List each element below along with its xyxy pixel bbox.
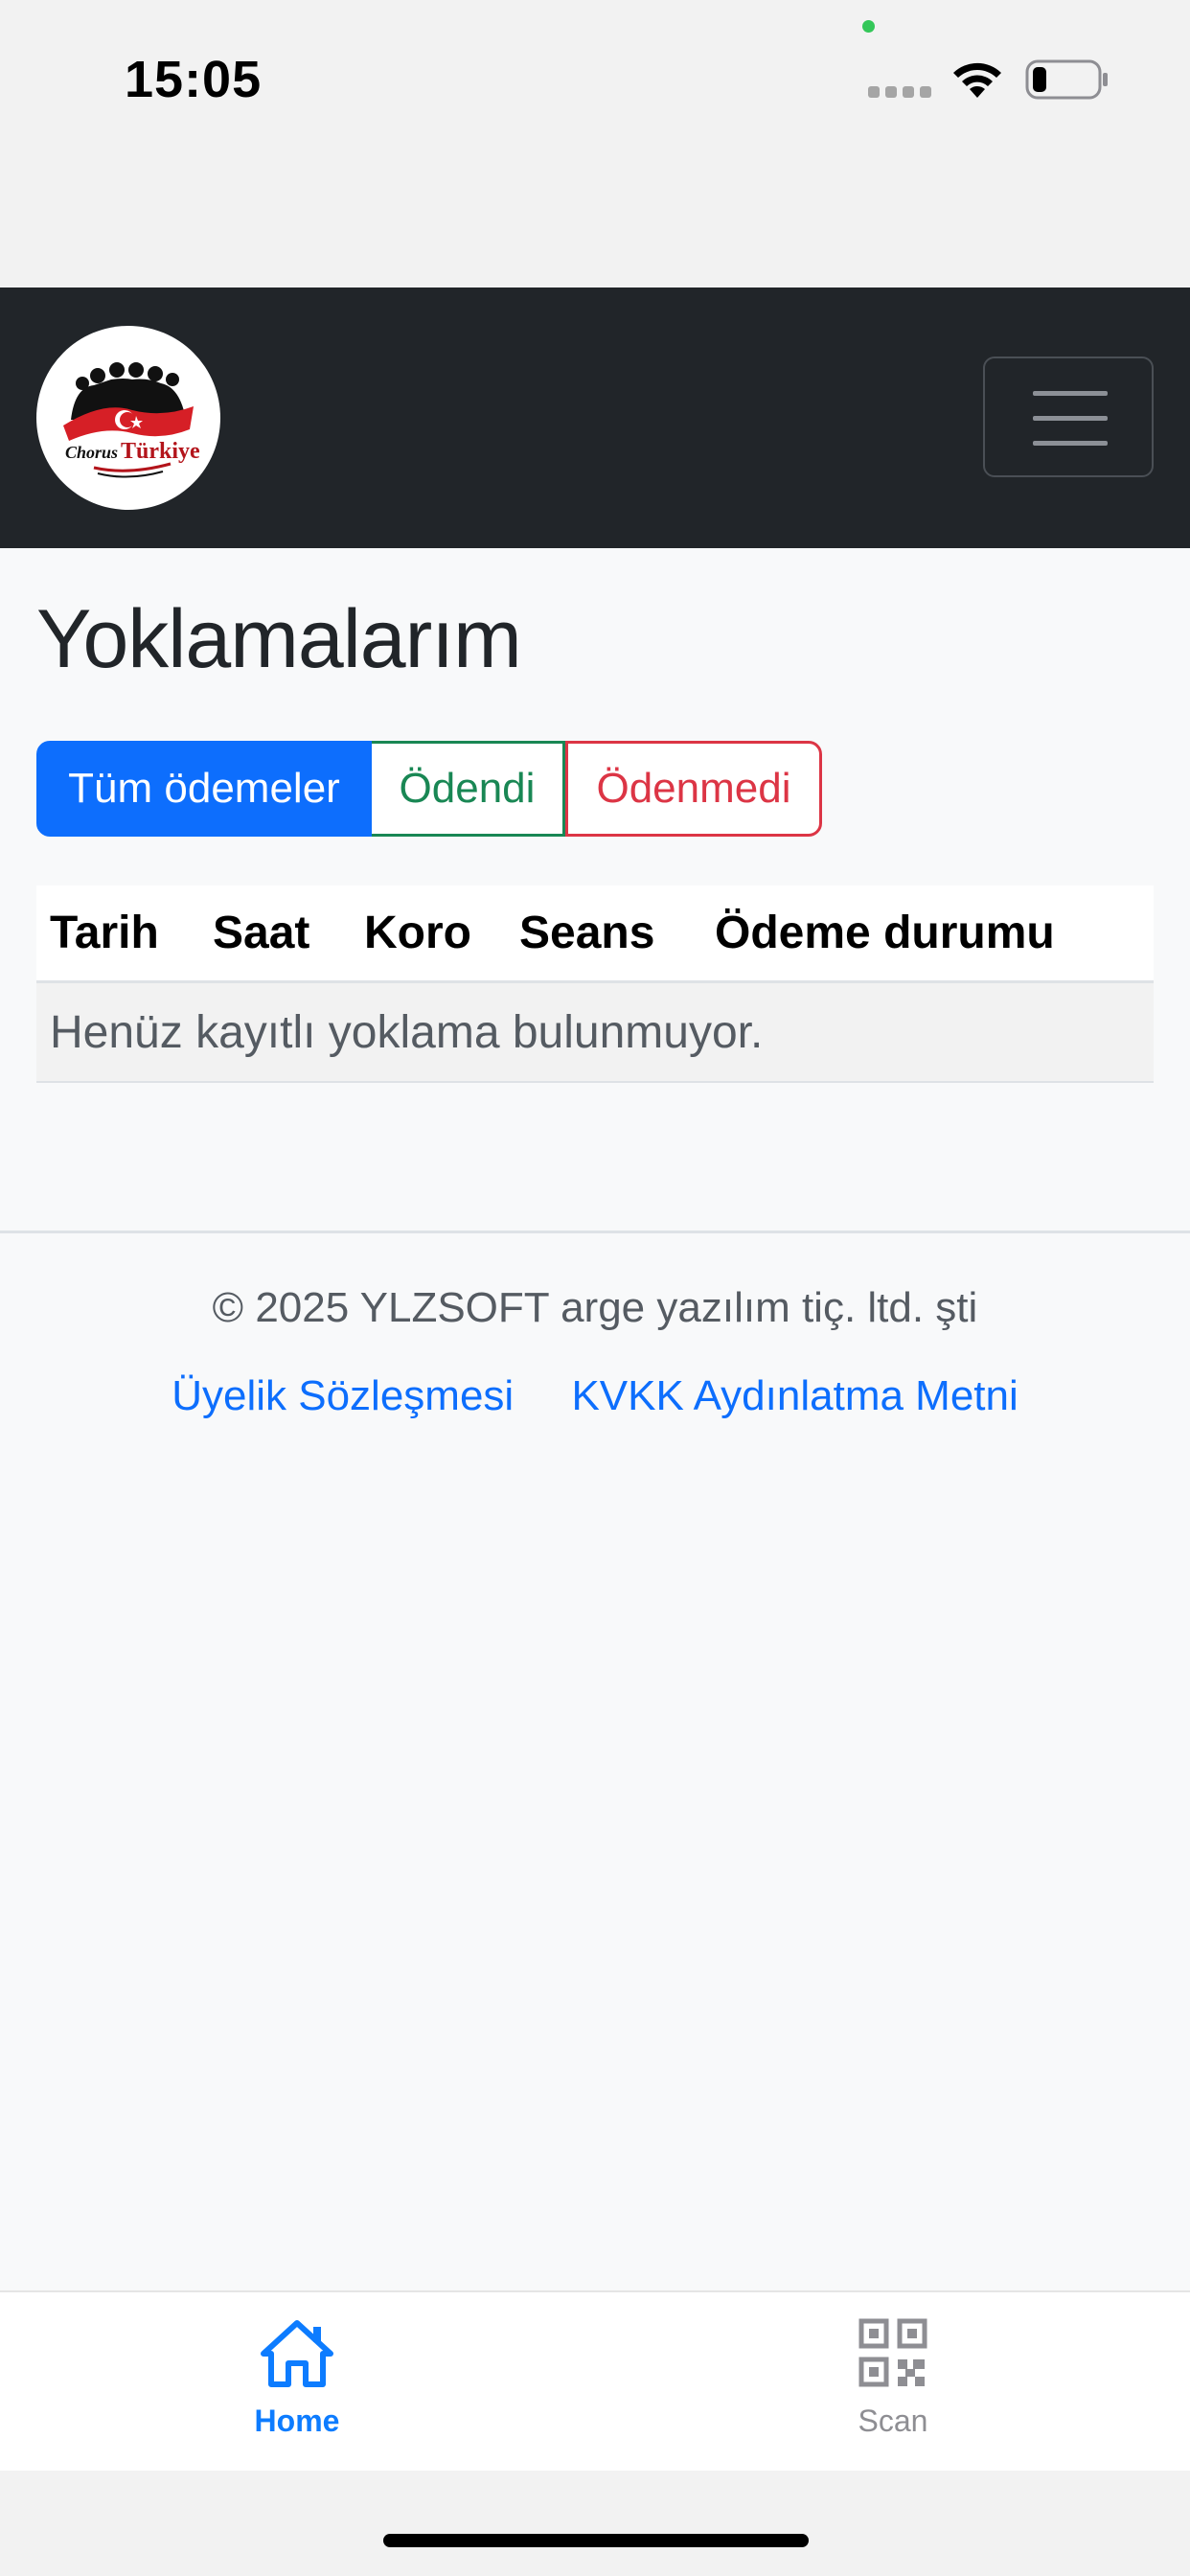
status-bar: 15:05 [0,0,1190,288]
logo-graphic: Chorus Türkiye [63,362,200,478]
empty-table-message: Henüz kayıtlı yoklama bulunmuyor. [50,1007,764,1058]
qr-code-icon [858,2318,927,2387]
hamburger-line-icon [1033,416,1108,421]
hamburger-menu-button[interactable] [983,356,1154,477]
wifi-icon [953,62,1001,98]
filter-all-payments-button[interactable]: Tüm ödemeler [36,741,372,837]
column-header-date: Tarih [50,908,159,958]
attendance-table: Tarih Saat Koro Seans Ödeme durumu Henüz… [36,886,1154,1083]
home-icon [261,2320,333,2387]
app-screen: 15:05 Chorus Türkiye Yoklamalarım Tüm öd… [0,0,1190,2576]
privacy-indicator-icon [862,20,875,33]
logo-text-chorus: Chorus [65,443,118,462]
column-header-time: Saat [213,908,310,958]
kvkk-disclosure-link[interactable]: KVKK Aydınlatma Metni [571,1372,1018,1419]
footer-links: Üyelik Sözleşmesi KVKK Aydınlatma Metni [0,1372,1190,1420]
footer-copyright: © 2025 YLZSOFT arge yazılım tiç. ltd. şt… [212,1284,978,1331]
membership-agreement-link[interactable]: Üyelik Sözleşmesi [172,1372,514,1419]
filter-paid-button[interactable]: Ödendi [372,741,565,837]
logo-text-turkiye: Türkiye [121,439,200,464]
hamburger-line-icon [1033,391,1108,396]
battery-icon [1025,59,1108,100]
table-row: Henüz kayıtlı yoklama bulunmuyor. [36,983,1154,1083]
page-title: Yoklamalarım [36,593,522,685]
status-time: 15:05 [125,51,263,108]
tab-scan[interactable]: Scan [797,2317,989,2442]
hamburger-line-icon [1033,441,1108,446]
home-indicator-area [0,2471,1190,2576]
tab-home-label: Home [254,2404,340,2438]
tab-home[interactable]: Home [201,2317,393,2442]
table-header-row: Tarih Saat Koro Seans Ödeme durumu [36,886,1154,983]
column-header-payment-status: Ödeme durumu [715,908,1055,958]
chorus-turkiye-logo[interactable]: Chorus Türkiye [36,326,220,510]
tab-scan-label: Scan [858,2404,928,2438]
cellular-signal-icon [868,86,931,98]
payment-filter-group: Tüm ödemeler Ödendi Ödenmedi [36,741,822,837]
column-header-choir: Koro [364,908,471,958]
home-indicator[interactable] [383,2534,809,2547]
footer-divider [0,1230,1190,1233]
filter-unpaid-button[interactable]: Ödenmedi [565,741,822,837]
column-header-session: Seans [519,908,655,958]
bottom-tab-bar [0,2290,1190,2471]
